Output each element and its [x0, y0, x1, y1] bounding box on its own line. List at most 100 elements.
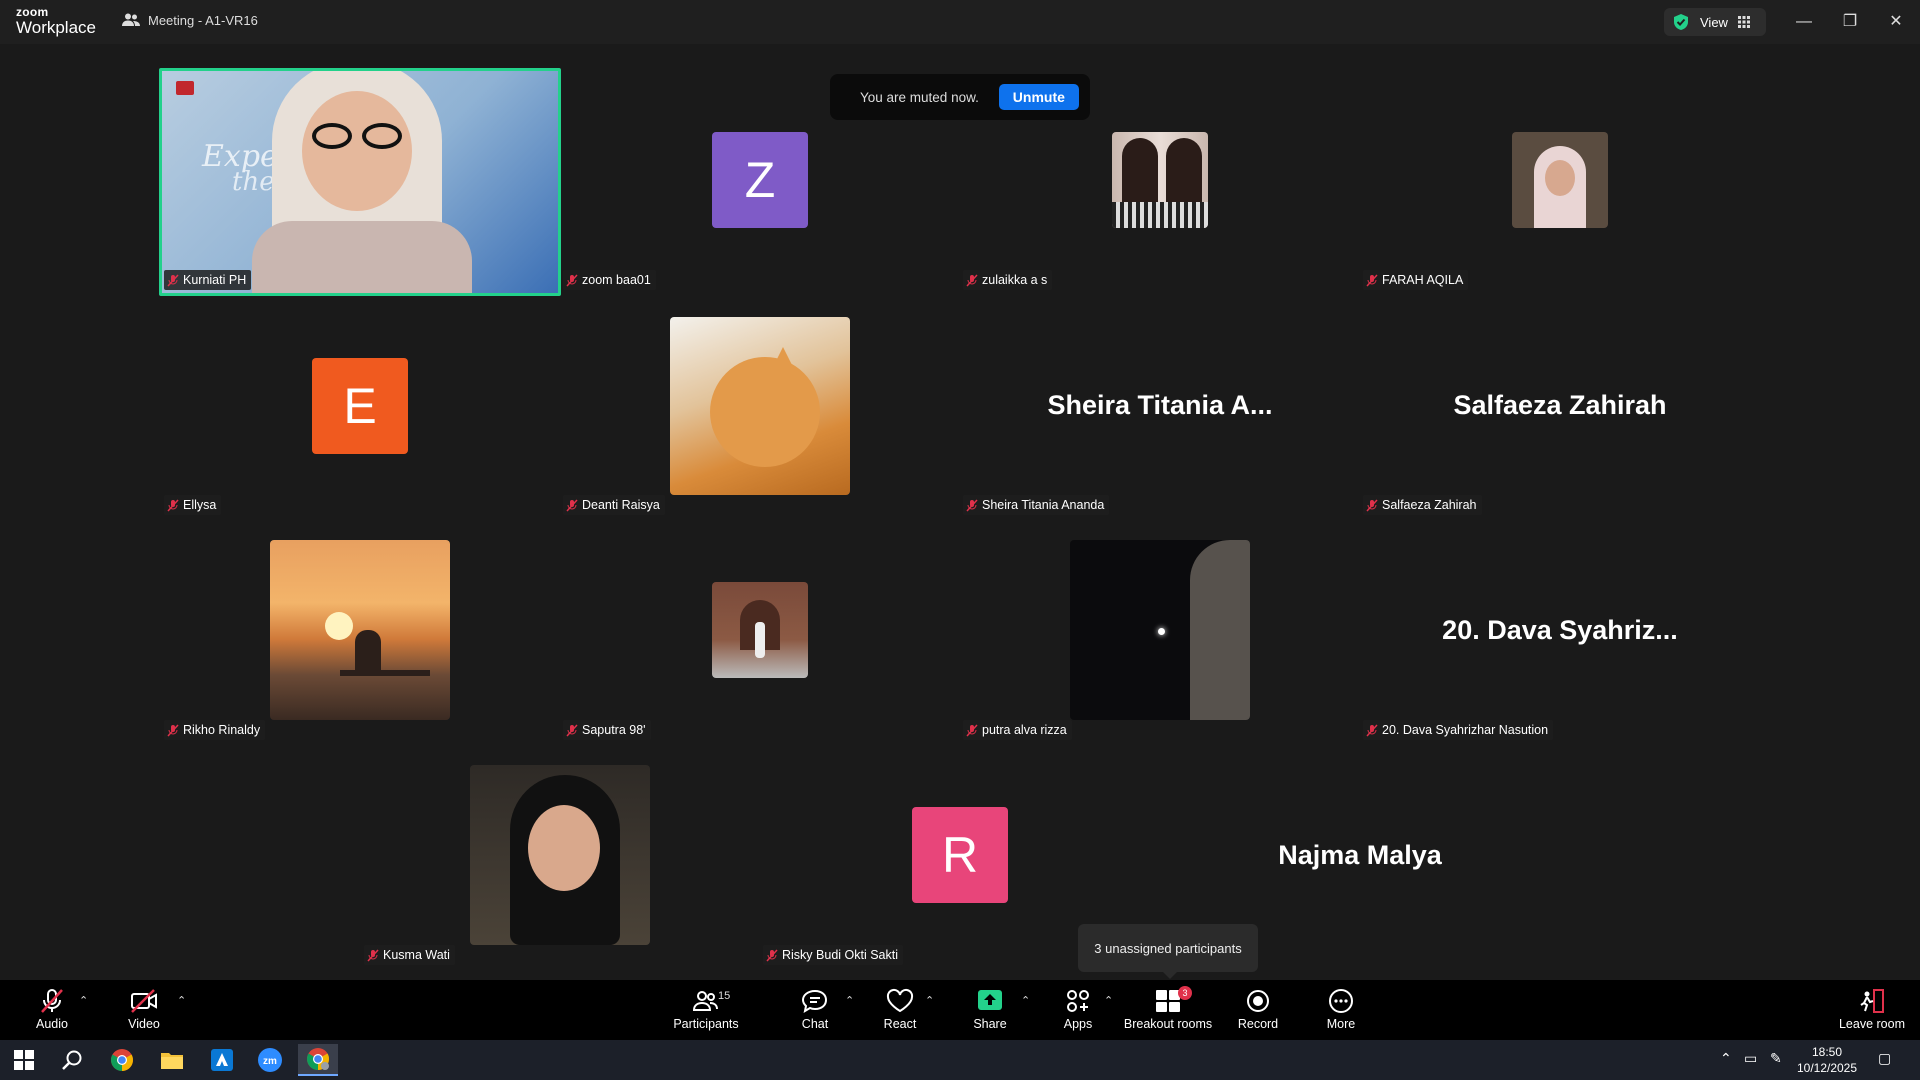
- muted-mic-icon: [1366, 723, 1378, 737]
- apps-label: Apps: [1063, 1017, 1093, 1031]
- avatar-r: R: [912, 807, 1008, 903]
- react-options-caret[interactable]: ⌃: [925, 994, 934, 1007]
- windows-taskbar: zm ⌃ ▭ ✎ 18:50 10/12/2025 ▢: [0, 1040, 1920, 1080]
- logo-badge: [176, 81, 194, 95]
- minimize-button[interactable]: —: [1792, 10, 1816, 34]
- more-label: More: [1326, 1017, 1356, 1031]
- profile-photo: [1512, 132, 1608, 228]
- taskbar-azure[interactable]: [202, 1044, 242, 1076]
- leave-room-button[interactable]: Leave room: [1827, 988, 1917, 1031]
- windows-start-button[interactable]: [4, 1044, 44, 1076]
- muted-mic-icon: [41, 989, 63, 1013]
- breakout-badge: 3: [1178, 986, 1192, 1000]
- participant-name-label: FARAH AQILA: [1363, 270, 1469, 290]
- audio-label: Audio: [36, 1017, 68, 1031]
- meeting-info[interactable]: Meeting - A1-VR16: [122, 12, 258, 28]
- leave-room-icon: [1860, 989, 1884, 1013]
- close-button[interactable]: ✕: [1884, 10, 1908, 34]
- participants-button[interactable]: 15 Participants: [661, 988, 751, 1031]
- photo-stripes: [1112, 202, 1208, 228]
- muted-mic-icon: [367, 948, 379, 962]
- active-speaker-video[interactable]: Experience the real t: [159, 68, 561, 296]
- participants-icon: [692, 991, 718, 1011]
- participant-name-label: putra alva rizza: [963, 720, 1072, 740]
- participant-name-label: 20. Dava Syahrizhar Nasution: [1363, 720, 1554, 740]
- breakout-rooms-button[interactable]: 3 Breakout rooms: [1123, 986, 1213, 1031]
- muted-mic-icon: [966, 723, 978, 737]
- participant-name-label: Salfaeza Zahirah: [1363, 495, 1482, 515]
- unmute-button[interactable]: Unmute: [998, 84, 1079, 110]
- react-label: React: [883, 1017, 917, 1031]
- leave-room-label: Leave room: [1838, 1017, 1905, 1031]
- more-button[interactable]: More: [1296, 988, 1386, 1031]
- chrome-icon: [111, 1049, 133, 1071]
- taskbar-zoom[interactable]: zm: [250, 1044, 290, 1076]
- meeting-title: Meeting - A1-VR16: [148, 12, 258, 28]
- photo-moon: [1158, 628, 1165, 635]
- muted-mic-icon: [1366, 498, 1378, 512]
- system-clock[interactable]: 18:50 10/12/2025: [1782, 1044, 1872, 1076]
- video-options-caret[interactable]: ⌃: [177, 994, 186, 1007]
- participant-display-name: Sheira Titania A...: [1047, 390, 1273, 420]
- network-icon[interactable]: ▭: [1744, 1050, 1757, 1067]
- pen-icon[interactable]: ✎: [1770, 1050, 1782, 1067]
- more-icon: [1329, 989, 1353, 1013]
- restore-button[interactable]: ❐: [1838, 10, 1862, 34]
- breakout-label: Breakout rooms: [1123, 1017, 1213, 1031]
- search-button[interactable]: [52, 1044, 92, 1076]
- view-label: View: [1700, 14, 1728, 30]
- windows-logo-icon: [14, 1050, 34, 1070]
- photo-person: [755, 622, 765, 658]
- record-button[interactable]: Record: [1213, 988, 1303, 1031]
- brand-top: zoom: [16, 5, 49, 19]
- title-bar: zoom Workplace Meeting - A1-VR16 View — …: [0, 0, 1920, 44]
- photo-person: [355, 630, 381, 674]
- apps-options-caret[interactable]: ⌃: [1104, 994, 1113, 1007]
- muted-mic-icon: [167, 273, 179, 287]
- taskbar-file-explorer[interactable]: [152, 1044, 192, 1076]
- participant-name-label: Saputra 98': [563, 720, 651, 740]
- person-face: [302, 91, 412, 211]
- muted-mic-icon: [766, 948, 778, 962]
- zoom-logo: zoom Workplace: [16, 6, 96, 36]
- folder-icon: [161, 1053, 183, 1069]
- video-label: Video: [128, 1017, 160, 1031]
- photo-figure-2: [1166, 138, 1202, 208]
- participant-name-label: Risky Budi Okti Sakti: [763, 945, 904, 965]
- muted-mic-icon: [566, 273, 578, 287]
- show-hidden-icons[interactable]: ⌃: [1720, 1050, 1732, 1067]
- heart-icon: [886, 988, 914, 1013]
- chat-icon: [801, 989, 828, 1014]
- record-icon: [1247, 990, 1269, 1012]
- chrome-profile-icon: [307, 1048, 329, 1070]
- photo-sun: [325, 612, 353, 640]
- participant-name-label: zulaikka a s: [963, 270, 1053, 290]
- glasses-right: [362, 123, 402, 149]
- video-button[interactable]: Video: [99, 988, 189, 1031]
- photo-figure-1: [1122, 138, 1158, 208]
- grid-icon: [1737, 16, 1750, 28]
- share-options-caret[interactable]: ⌃: [1021, 994, 1030, 1007]
- muted-mic-icon: [966, 498, 978, 512]
- participant-name-label: zoom baa01: [563, 270, 656, 290]
- glasses-left: [312, 123, 352, 149]
- notifications-icon[interactable]: ▢: [1878, 1050, 1891, 1067]
- photo-face: [1545, 160, 1575, 196]
- photo-bench: [340, 670, 430, 676]
- participant-name-label: Kusma Wati: [364, 945, 455, 965]
- taskbar-chrome[interactable]: [102, 1044, 142, 1076]
- taskbar-chrome-active[interactable]: [298, 1044, 338, 1076]
- participants-label: Participants: [673, 1017, 739, 1031]
- brand-bottom: Workplace: [16, 18, 96, 37]
- muted-mic-icon: [566, 498, 578, 512]
- muted-mic-icon: [566, 723, 578, 737]
- participant-name-label: Sheira Titania Ananda: [963, 495, 1110, 515]
- profile-photo: [712, 582, 808, 678]
- muted-text: You are muted now.: [860, 89, 979, 105]
- chat-options-caret[interactable]: ⌃: [845, 994, 854, 1007]
- participant-display-name: Najma Malya: [1278, 840, 1442, 870]
- participant-name-label: Kurniati PH: [164, 270, 252, 290]
- profile-photo: [1112, 132, 1208, 228]
- view-button[interactable]: View: [1664, 8, 1766, 36]
- audio-options-caret[interactable]: ⌃: [79, 994, 88, 1007]
